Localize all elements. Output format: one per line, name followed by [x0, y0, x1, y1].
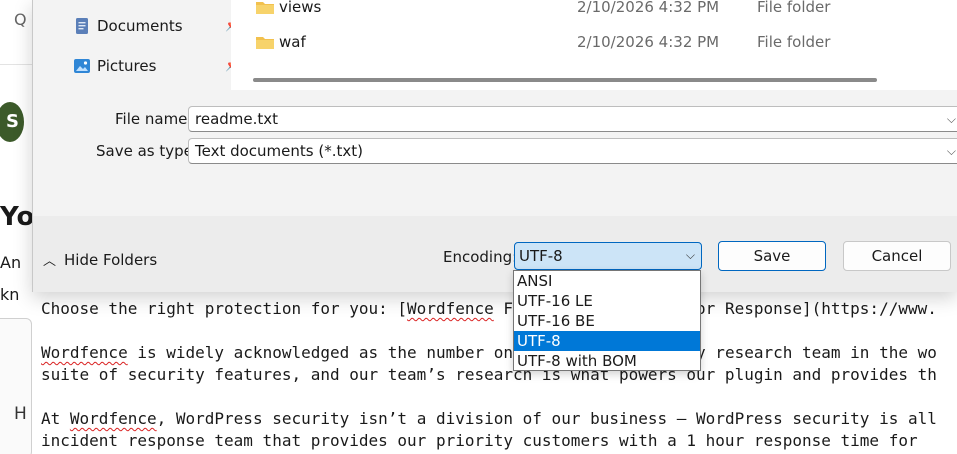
documents-icon	[76, 18, 88, 34]
nav-item-pictures[interactable]: Pictures 📌	[73, 50, 243, 82]
editor-line: incident response team that provides our…	[41, 431, 918, 450]
file-name: waf	[279, 33, 306, 51]
card-letter: H	[14, 404, 27, 424]
encoding-option-utf16le[interactable]: UTF-16 LE	[514, 291, 700, 311]
search-icon: Q	[14, 10, 27, 29]
encoding-label: Encoding:	[443, 248, 518, 266]
nav-item-documents[interactable]: Documents 📌	[73, 10, 243, 42]
chevron-up-icon: ︿	[43, 254, 57, 269]
file-name-label: File name:	[115, 110, 193, 128]
save-as-type-select[interactable]: Text documents (*.txt) ⌵	[188, 138, 957, 164]
nav-item-label: Documents	[97, 17, 183, 35]
navigation-pane: Documents 📌 Pictures 📌	[33, 0, 240, 90]
folder-icon	[256, 2, 274, 14]
file-name: views	[279, 0, 322, 16]
cancel-button[interactable]: Cancel	[843, 241, 951, 271]
folder-icon	[256, 37, 274, 49]
editor-line: Wordfence is widely acknowledged as the …	[41, 343, 937, 362]
file-row-views[interactable]: views 2/10/2026 4:32 PM File folder	[231, 0, 957, 24]
horizontal-scrollbar[interactable]	[253, 78, 877, 82]
hide-folders-label: Hide Folders	[64, 250, 158, 269]
encoding-options-list: ANSI UTF-16 LE UTF-16 BE UTF-8 UTF-8 wit…	[513, 270, 701, 371]
file-list: views 2/10/2026 4:32 PM File folder waf …	[231, 0, 957, 90]
editor-text[interactable]: Choose the right protection for you: [Wo…	[41, 298, 957, 452]
encoding-select[interactable]: UTF-8 ⌵	[514, 242, 702, 270]
save-button[interactable]: Save	[718, 241, 826, 271]
save-as-type-label: Save as type:	[96, 142, 198, 160]
pictures-icon	[74, 59, 90, 73]
hide-folders-button[interactable]: ︿ Hide Folders	[43, 250, 158, 270]
file-type: File folder	[757, 0, 831, 16]
file-date: 2/10/2026 4:32 PM	[577, 33, 720, 51]
chevron-down-icon: ⌵	[685, 248, 695, 262]
file-name-value: readme.txt	[195, 110, 279, 128]
chevron-down-icon[interactable]: ⌵	[947, 112, 956, 127]
encoding-value: UTF-8	[519, 247, 563, 265]
page-heading-fragment: Yo	[0, 202, 32, 232]
file-name-input[interactable]: readme.txt ⌵	[188, 106, 957, 132]
save-as-type-value: Text documents (*.txt)	[195, 142, 363, 160]
editor-line: At Wordfence, WordPress security isn’t a…	[41, 409, 937, 428]
encoding-option-utf8-bom[interactable]: UTF-8 with BOM	[514, 351, 700, 371]
encoding-option-utf8[interactable]: UTF-8	[514, 331, 700, 351]
chevron-down-icon[interactable]: ⌵	[947, 144, 956, 159]
background-card	[0, 318, 32, 454]
editor-line: Choose the right protection for you: [Wo…	[41, 299, 937, 318]
background-divider	[0, 64, 32, 65]
nav-item-label: Pictures	[97, 57, 157, 75]
file-row-waf[interactable]: waf 2/10/2026 4:32 PM File folder	[231, 25, 957, 59]
dialog-footer: ︿ Hide Folders Encoding: UTF-8 ⌵ Save Ca…	[33, 216, 957, 292]
encoding-option-utf16be[interactable]: UTF-16 BE	[514, 311, 700, 331]
save-as-dialog: Documents 📌 Pictures 📌 views 2/10/2026 4…	[32, 0, 957, 292]
editor-line: suite of security features, and our team…	[41, 365, 937, 384]
text-fragment-an: An	[0, 253, 22, 272]
text-fragment-kn: kn	[0, 285, 20, 304]
encoding-option-ansi[interactable]: ANSI	[514, 271, 700, 291]
file-date: 2/10/2026 4:32 PM	[577, 0, 720, 16]
file-type: File folder	[757, 33, 831, 51]
